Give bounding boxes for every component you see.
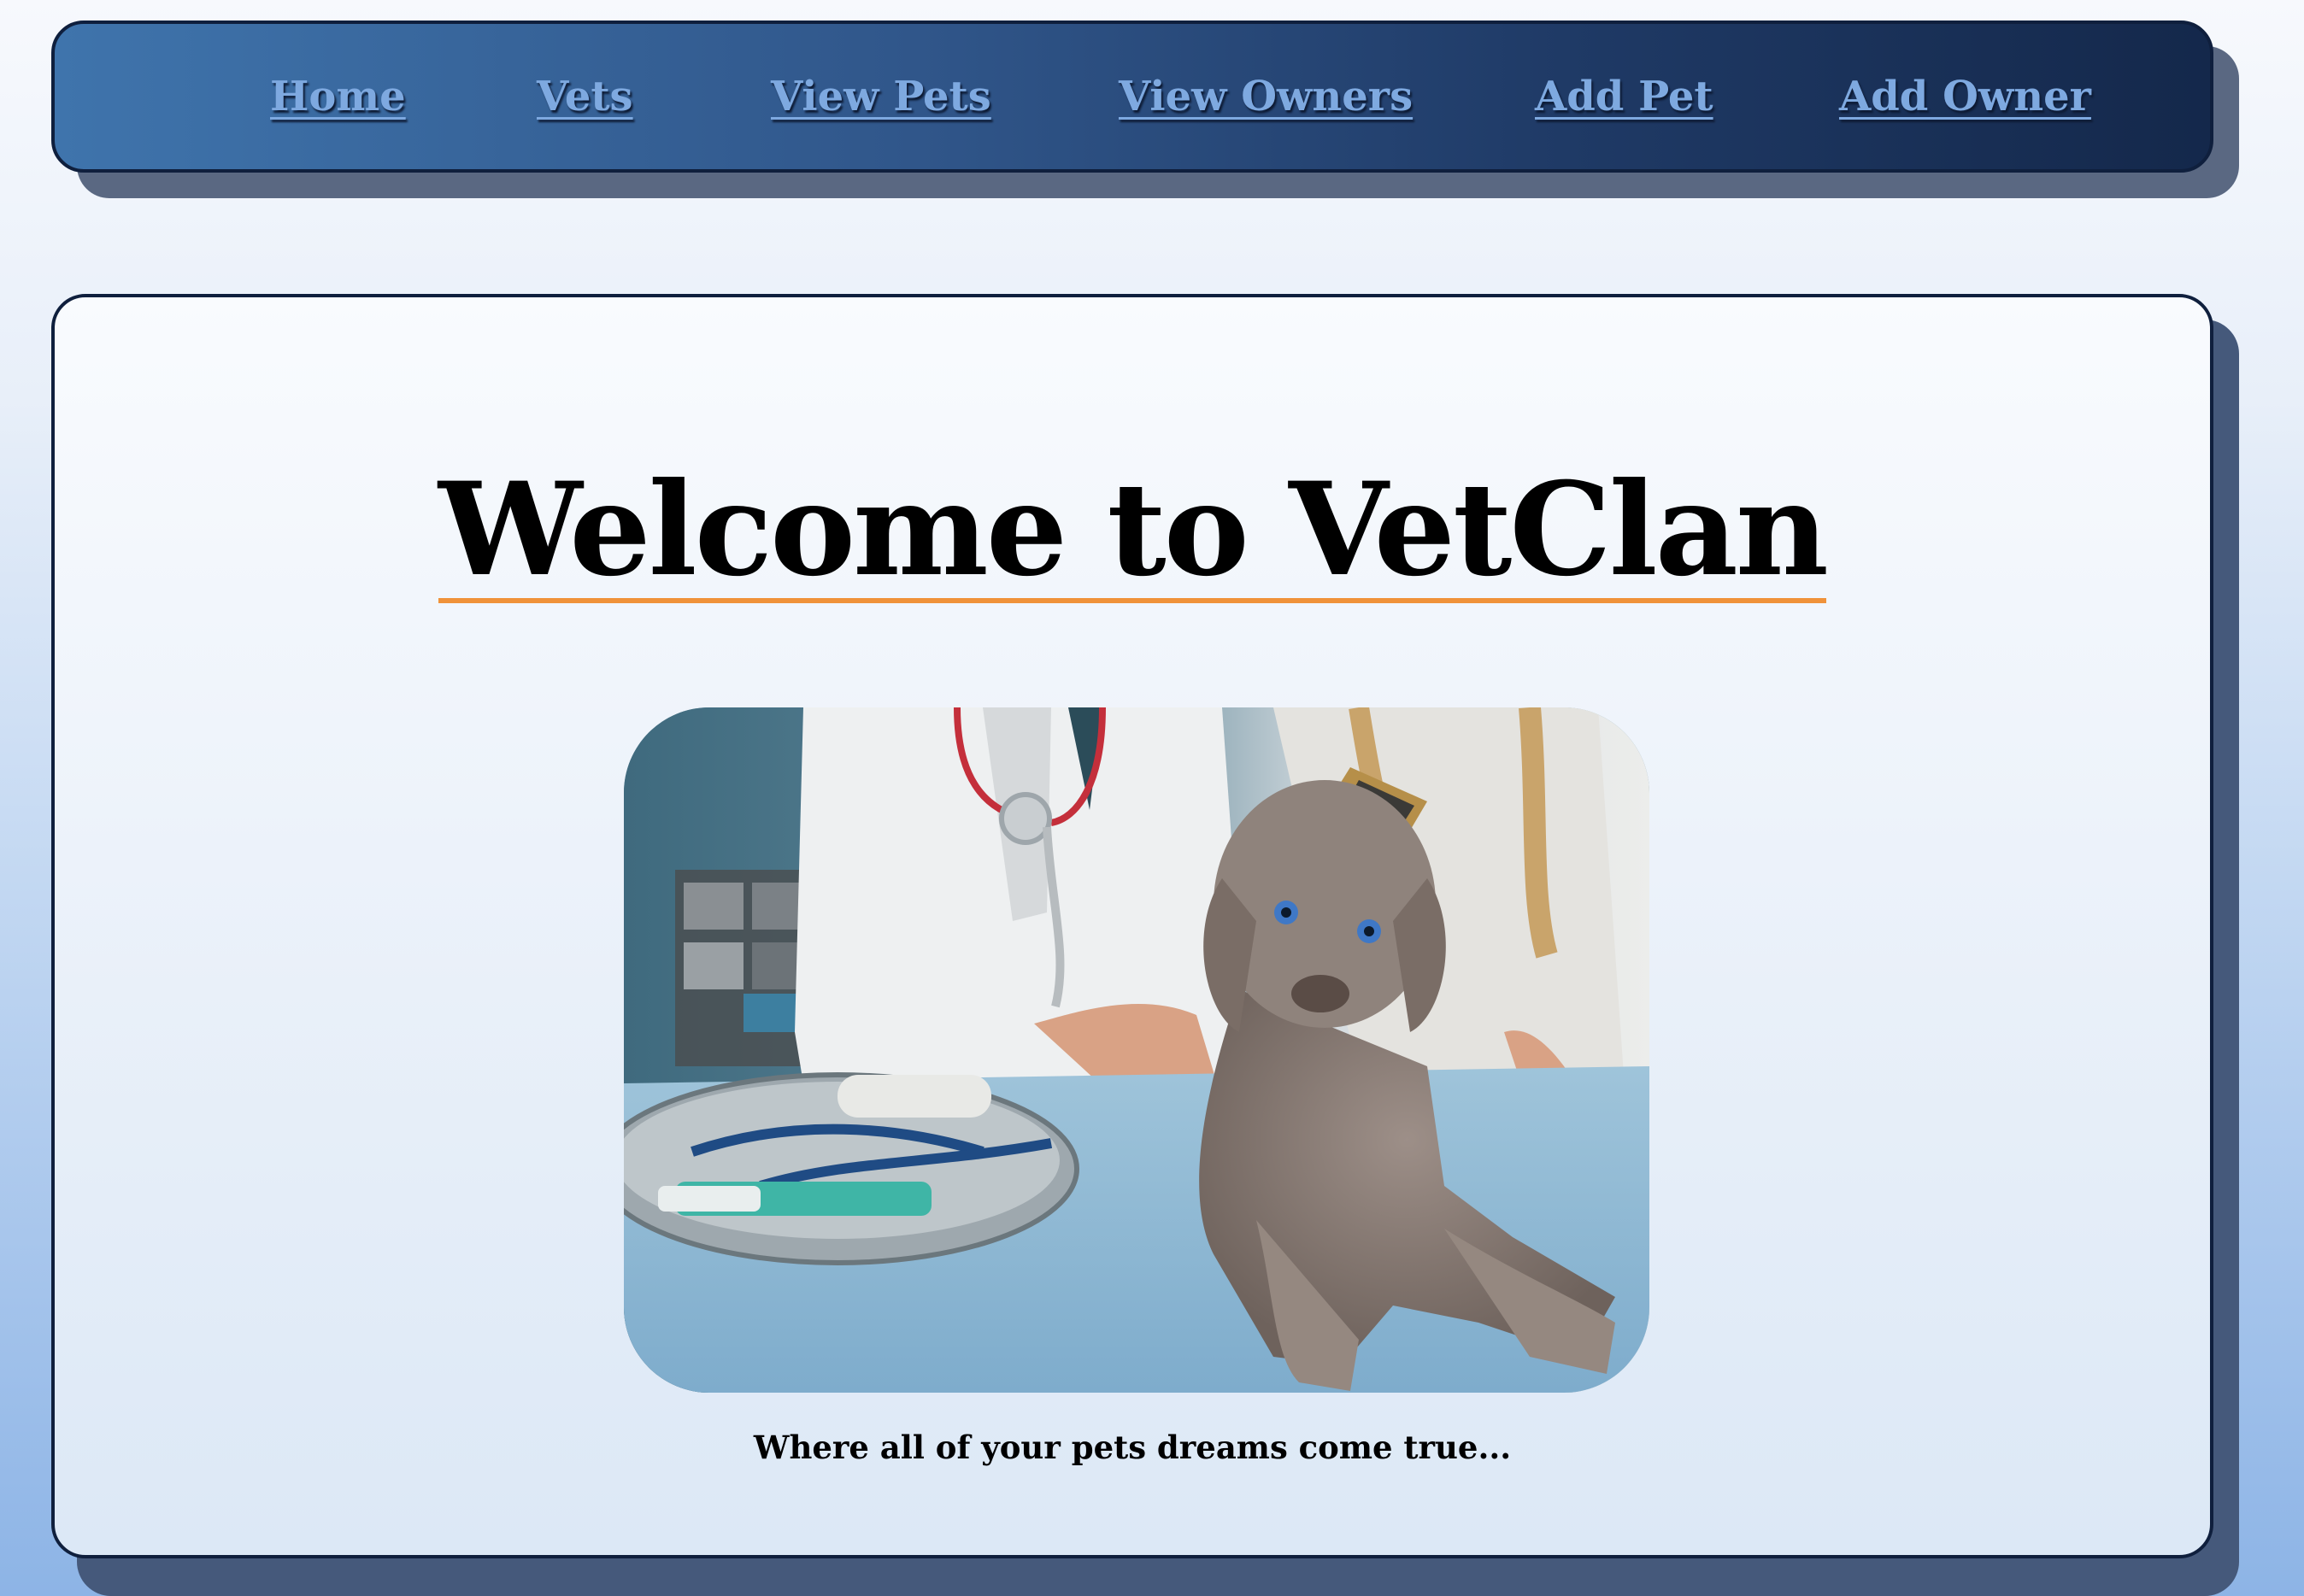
main-card: Welcome to VetClan Where all of your pet… — [51, 294, 2213, 1558]
nav-link-add-pet[interactable]: Add Pet — [1535, 24, 1713, 169]
hero-image — [624, 707, 1649, 1393]
tagline: Where all of your pets dreams come true.… — [753, 1429, 1512, 1466]
page-title-text: Welcome to VetClan — [438, 455, 1829, 605]
nav-link-vets[interactable]: Vets — [537, 24, 633, 169]
page-title: Welcome to VetClan — [55, 460, 2210, 603]
nav-link-view-pets[interactable]: View Pets — [771, 24, 991, 169]
top-nav: Home Vets View Pets View Owners Add Pet … — [51, 21, 2213, 173]
puppy-vet-illustration — [624, 707, 1649, 1393]
nav-link-view-owners[interactable]: View Owners — [1119, 24, 1413, 169]
nav-link-home[interactable]: Home — [270, 24, 406, 169]
nav-link-add-owner[interactable]: Add Owner — [1839, 24, 2091, 169]
